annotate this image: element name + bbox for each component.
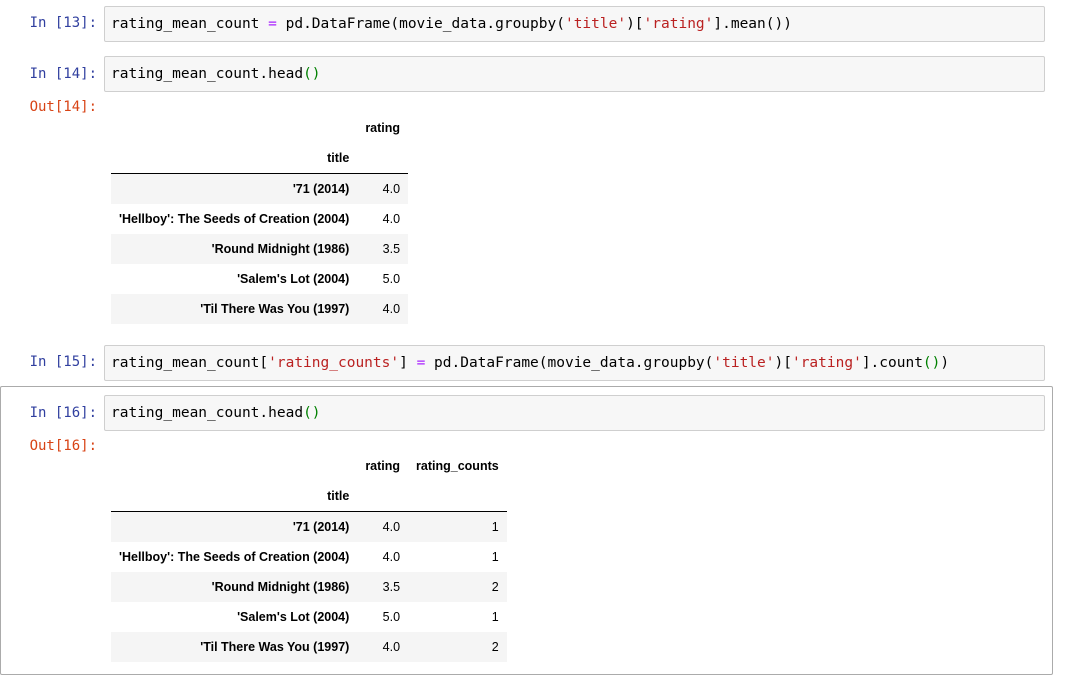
table-cell: 4.0 <box>382 302 401 316</box>
table-row: 'Round Midnight (1986) 3.5 <box>111 234 409 264</box>
table-row: 'Salem's Lot (2004) 5.0 1 <box>111 602 507 632</box>
column-header: rating <box>365 459 401 473</box>
table-cell: 5.0 <box>382 272 401 286</box>
code-token: )[ <box>774 355 792 371</box>
column-header-row: rating rating_counts <box>111 451 507 481</box>
output-prompt: Out[14]: <box>29 99 97 115</box>
code-token: ) <box>940 355 950 371</box>
code-token: pd.DataFrame(movie_data.groupby( <box>276 16 565 32</box>
code-token: rating_mean_count <box>111 16 269 32</box>
table-cell: 2 <box>491 640 499 654</box>
code-editor[interactable]: rating_mean_count.head() <box>104 56 1045 92</box>
column-header: rating_counts <box>416 459 499 473</box>
row-index-title: '71 (2014) <box>292 520 350 534</box>
code-token: () <box>303 405 321 421</box>
header-blank <box>111 113 357 143</box>
dataframe-table: rating rating_counts title '71 (2014) 4.0 1 'H… <box>111 451 507 662</box>
index-name: title <box>111 143 358 174</box>
table-cell: 5.0 <box>382 610 401 624</box>
code-token: ].count <box>861 355 923 371</box>
header-blank <box>357 481 409 512</box>
row-index-title: 'Round Midnight (1986) <box>211 242 350 256</box>
code-token: 'title' <box>713 355 775 371</box>
table-cell: 1 <box>491 550 499 564</box>
row-index-title: 'Salem's Lot (2004) <box>237 272 350 286</box>
code-token: = <box>416 355 426 371</box>
table-row: '71 (2014) 4.0 <box>111 173 409 204</box>
input-prompt: In [16]: <box>29 405 97 421</box>
table-row: 'Til There Was You (1997) 4.0 2 <box>111 632 507 662</box>
row-index-title: 'Hellboy': The Seeds of Creation (2004) <box>119 212 350 226</box>
table-cell: 4.0 <box>382 520 401 534</box>
code-editor[interactable]: rating_mean_count = pd.DataFrame(movie_d… <box>104 6 1045 42</box>
code-token: 'title' <box>564 16 627 32</box>
table-cell: 4.0 <box>382 212 401 226</box>
index-name: title <box>111 481 358 512</box>
code-token: 'rating' <box>643 16 714 32</box>
table-row: 'Salem's Lot (2004) 5.0 <box>111 264 408 294</box>
row-index-title: 'Salem's Lot (2004) <box>237 610 350 624</box>
table-row: 'Hellboy': The Seeds of Creation (2004) 4… <box>111 542 507 572</box>
dataframe-table: rating title '71 (2014) 4.0 'Hellboy': The S… <box>111 113 409 324</box>
code-token: ] <box>399 355 417 371</box>
input-prompt: In [13]: <box>29 15 97 31</box>
table-row: 'Round Midnight (1986) 3.5 2 <box>111 572 507 602</box>
table-row: '71 (2014) 4.0 1 <box>111 511 507 542</box>
code-token: ].mean()) <box>713 16 792 32</box>
row-index-title: 'Round Midnight (1986) <box>211 580 350 594</box>
code-editor[interactable]: rating_mean_count.head() <box>104 395 1045 431</box>
row-index-title: 'Hellboy': The Seeds of Creation (2004) <box>119 550 350 564</box>
code-token: rating_mean_count.head <box>111 405 304 421</box>
input-prompt: In [14]: <box>29 66 97 82</box>
row-index-title: '71 (2014) <box>292 182 350 196</box>
code-cell-15[interactable]: In [15]: rating_mean_count['rating_count… <box>0 345 1067 381</box>
output-prompt: Out[16]: <box>29 438 97 454</box>
code-token: 'rating_counts' <box>268 355 400 371</box>
code-token: rating_mean_count.head <box>111 66 304 82</box>
table-cell: 3.5 <box>382 242 401 256</box>
code-editor[interactable]: rating_mean_count['rating_counts'] = pd.… <box>104 345 1045 381</box>
code-token: rating_mean_count[ <box>111 355 269 371</box>
code-token: () <box>303 66 321 82</box>
input-prompt: In [15]: <box>29 354 97 370</box>
index-name-row: title <box>111 481 507 512</box>
code-cell-16[interactable]: In [16]: rating_mean_count.head() Out[16… <box>0 395 1067 670</box>
header-blank <box>408 481 507 512</box>
code-token: )[ <box>626 16 644 32</box>
header-blank <box>111 451 357 481</box>
column-header: rating <box>365 121 401 135</box>
code-cell-13[interactable]: In [13]: rating_mean_count = pd.DataFram… <box>0 6 1067 42</box>
index-name-row: title <box>111 143 409 174</box>
table-cell: 2 <box>491 580 499 594</box>
table-cell: 3.5 <box>382 580 401 594</box>
table-row: 'Til There Was You (1997) 4.0 <box>111 294 409 324</box>
header-blank <box>357 143 409 174</box>
column-header-row: rating <box>111 113 408 143</box>
table-cell: 1 <box>491 520 499 534</box>
table-cell: 4.0 <box>382 640 401 654</box>
table-row: 'Hellboy': The Seeds of Creation (2004) 4… <box>111 204 408 234</box>
row-index-title: 'Til There Was You (1997) <box>200 640 350 654</box>
table-cell: 4.0 <box>382 182 401 196</box>
table-cell: 1 <box>491 610 499 624</box>
code-token: () <box>922 355 941 371</box>
code-cell-14[interactable]: In [14]: rating_mean_count.head() Out[14… <box>0 56 1067 326</box>
code-token: pd.DataFrame(movie_data.groupby( <box>425 355 714 371</box>
row-index-title: 'Til There Was You (1997) <box>200 302 350 316</box>
table-cell: 4.0 <box>382 550 401 564</box>
code-token: = <box>268 16 277 32</box>
code-token: 'rating' <box>791 355 862 371</box>
